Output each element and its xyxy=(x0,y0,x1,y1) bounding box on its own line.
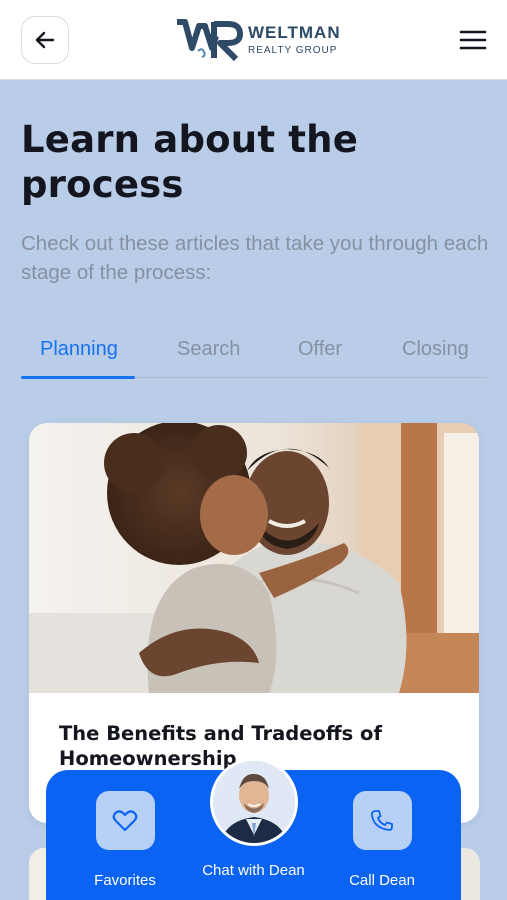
weltman-logo[interactable]: WELTMAN REALTY GROUP xyxy=(176,18,341,62)
favorites-label: Favorites xyxy=(94,872,156,889)
logo-subtitle: REALTY GROUP xyxy=(248,45,338,56)
page-subtitle: Check out these articles that take you t… xyxy=(21,232,489,284)
hamburger-menu-icon xyxy=(459,30,487,50)
chat-label: Chat with Dean xyxy=(202,862,305,879)
active-tab-indicator xyxy=(21,376,135,379)
back-button[interactable] xyxy=(21,16,69,64)
chat-with-dean-button[interactable]: Chat with Dean xyxy=(176,862,331,879)
tab-offer[interactable]: Offer xyxy=(298,338,342,361)
arrow-left-icon xyxy=(35,31,55,49)
call-icon-tile[interactable] xyxy=(352,791,412,850)
page-title: Learn about the process xyxy=(21,118,359,206)
tab-search[interactable]: Search xyxy=(177,338,240,361)
phone-icon xyxy=(371,809,393,831)
wr-logo-mark xyxy=(177,19,243,62)
tab-closing[interactable]: Closing xyxy=(402,338,469,361)
call-label: Call Dean xyxy=(349,872,415,889)
logo-name: WELTMAN xyxy=(248,23,341,42)
heart-icon xyxy=(112,809,138,831)
call-dean-button[interactable]: Call Dean xyxy=(327,791,437,889)
tab-planning[interactable]: Planning xyxy=(40,338,118,361)
agent-avatar[interactable] xyxy=(210,758,298,846)
agent-photo xyxy=(213,761,295,843)
favorites-button[interactable]: Favorites xyxy=(70,791,180,889)
article-image xyxy=(29,423,479,693)
favorites-icon-tile[interactable] xyxy=(95,791,155,850)
menu-button[interactable] xyxy=(458,26,488,54)
top-header: WELTMAN REALTY GROUP xyxy=(0,0,507,80)
stage-tabs: Planning Search Offer Closing xyxy=(21,330,487,379)
